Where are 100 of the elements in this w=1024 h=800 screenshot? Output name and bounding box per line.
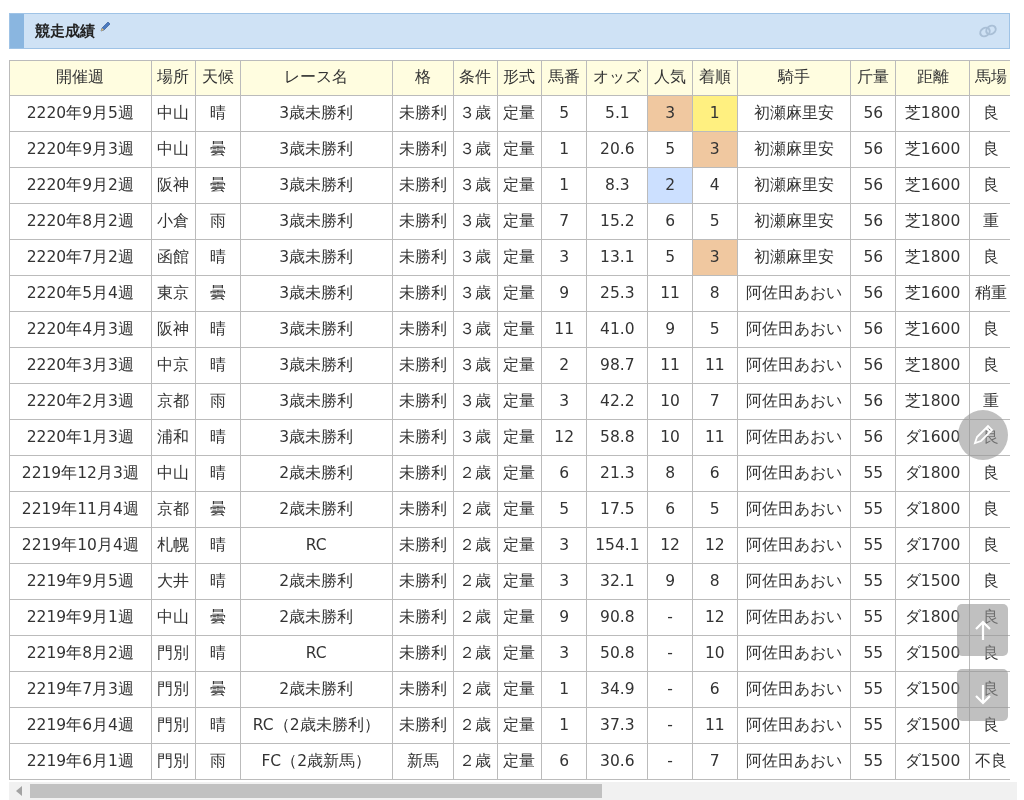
table-cell: 阿佐田あおい: [737, 419, 851, 456]
table-cell: 58.8: [586, 419, 648, 456]
table-cell: 5: [648, 131, 693, 168]
table-cell: 56: [850, 311, 896, 348]
table-cell: 5: [692, 311, 738, 348]
table-cell: 門別: [151, 635, 196, 672]
table-cell: 京都: [151, 491, 196, 528]
table-cell: 8.3: [586, 167, 648, 204]
column-header: 距離: [895, 60, 970, 96]
table-cell: 定量: [497, 419, 542, 456]
table-cell: 雨: [195, 203, 241, 240]
table-cell: 未勝利: [392, 95, 454, 132]
table-cell: 56: [850, 239, 896, 276]
table-cell: ３歳: [453, 239, 498, 276]
table-cell: ３歳: [453, 311, 498, 348]
table-cell: ３歳: [453, 167, 498, 204]
table-cell: 初瀬麻里安: [737, 131, 851, 168]
table-cell: 154.1: [586, 527, 648, 564]
table-cell: 12: [648, 527, 693, 564]
table-cell: 5: [692, 203, 738, 240]
table-cell: ダ1800: [895, 455, 970, 492]
table-cell: 阿佐田あおい: [737, 563, 851, 600]
table-cell: 晴: [195, 311, 241, 348]
table-cell: 5: [541, 491, 587, 528]
table-cell: 未勝利: [392, 455, 454, 492]
table-cell: 未勝利: [392, 239, 454, 276]
table-cell: 阪神: [151, 167, 196, 204]
table-cell: 初瀬麻里安: [737, 95, 851, 132]
table-cell: 90.8: [586, 599, 648, 636]
table-cell: 未勝利: [392, 563, 454, 600]
table-cell: ３歳: [453, 347, 498, 384]
pencil-icon[interactable]: [99, 21, 111, 33]
table-cell: 中京: [151, 347, 196, 384]
table-cell: 3: [541, 527, 587, 564]
table-cell: 21.3: [586, 455, 648, 492]
table-cell: 2219年7月3週: [9, 671, 152, 708]
table-cell: 6: [541, 743, 587, 780]
table-cell: 1: [692, 95, 738, 132]
table-cell: 12: [692, 527, 738, 564]
table-cell: 37.3: [586, 707, 648, 744]
table-cell: ダ1500: [895, 743, 970, 780]
table-cell: ダ1500: [895, 671, 970, 708]
table-cell: 41.0: [586, 311, 648, 348]
table-cell: 5: [648, 239, 693, 276]
table-cell: 2: [648, 167, 693, 204]
table-cell: 浦和: [151, 419, 196, 456]
table-cell: 3: [541, 383, 587, 420]
table-cell: 98.7: [586, 347, 648, 384]
table-cell: 9: [541, 599, 587, 636]
table-cell: 曇: [195, 599, 241, 636]
table-cell: ２歳: [453, 635, 498, 672]
table-cell: -: [648, 635, 693, 672]
edit-button[interactable]: [958, 410, 1008, 460]
table-cell: 雨: [195, 383, 241, 420]
table-cell: 56: [850, 347, 896, 384]
table-cell: ２歳: [453, 671, 498, 708]
table-cell: 55: [850, 599, 896, 636]
table-cell: 5.1: [586, 95, 648, 132]
table-cell: 初瀬麻里安: [737, 167, 851, 204]
table-cell: 定量: [497, 635, 542, 672]
table-cell: RC: [240, 635, 392, 672]
table-cell: 定量: [497, 743, 542, 780]
table-cell: 定量: [497, 383, 542, 420]
table-cell: 中山: [151, 131, 196, 168]
table-cell: 6: [648, 203, 693, 240]
table-cell: 12: [541, 419, 587, 456]
table-cell: 3歳未勝利: [240, 95, 392, 132]
table-cell: 2220年9月5週: [9, 95, 152, 132]
table-cell: 25.3: [586, 275, 648, 312]
table-cell: 阿佐田あおい: [737, 455, 851, 492]
table-cell: ３歳: [453, 275, 498, 312]
table-cell: 13.1: [586, 239, 648, 276]
table-cell: RC（2歳未勝利）: [240, 707, 392, 744]
table-cell: 未勝利: [392, 599, 454, 636]
horizontal-scrollbar[interactable]: [9, 782, 1017, 800]
table-cell: 定量: [497, 131, 542, 168]
table-cell: 1: [541, 131, 587, 168]
table-cell: 3: [692, 131, 738, 168]
table-cell: 3歳未勝利: [240, 311, 392, 348]
table-cell: 定量: [497, 707, 542, 744]
table-cell: 芝1600: [895, 275, 970, 312]
table-cell: 中山: [151, 95, 196, 132]
table-cell: 4: [692, 167, 738, 204]
table-cell: 10: [692, 635, 738, 672]
column-header: 条件: [453, 60, 498, 96]
table-cell: 未勝利: [392, 131, 454, 168]
table-cell: 11: [692, 707, 738, 744]
table-cell: 曇: [195, 275, 241, 312]
scrollbar-thumb[interactable]: [30, 784, 602, 798]
table-cell: 2220年3月3週: [9, 347, 152, 384]
scroll-left-icon[interactable]: [15, 786, 23, 796]
table-cell: 未勝利: [392, 419, 454, 456]
table-cell: ２歳: [453, 455, 498, 492]
table-cell: 3: [541, 239, 587, 276]
table-cell: 3歳未勝利: [240, 239, 392, 276]
table-cell: 2219年10月4週: [9, 527, 152, 564]
table-cell: 定量: [497, 167, 542, 204]
table-cell: 晴: [195, 707, 241, 744]
table-cell: 55: [850, 707, 896, 744]
table-cell: 2220年2月3週: [9, 383, 152, 420]
